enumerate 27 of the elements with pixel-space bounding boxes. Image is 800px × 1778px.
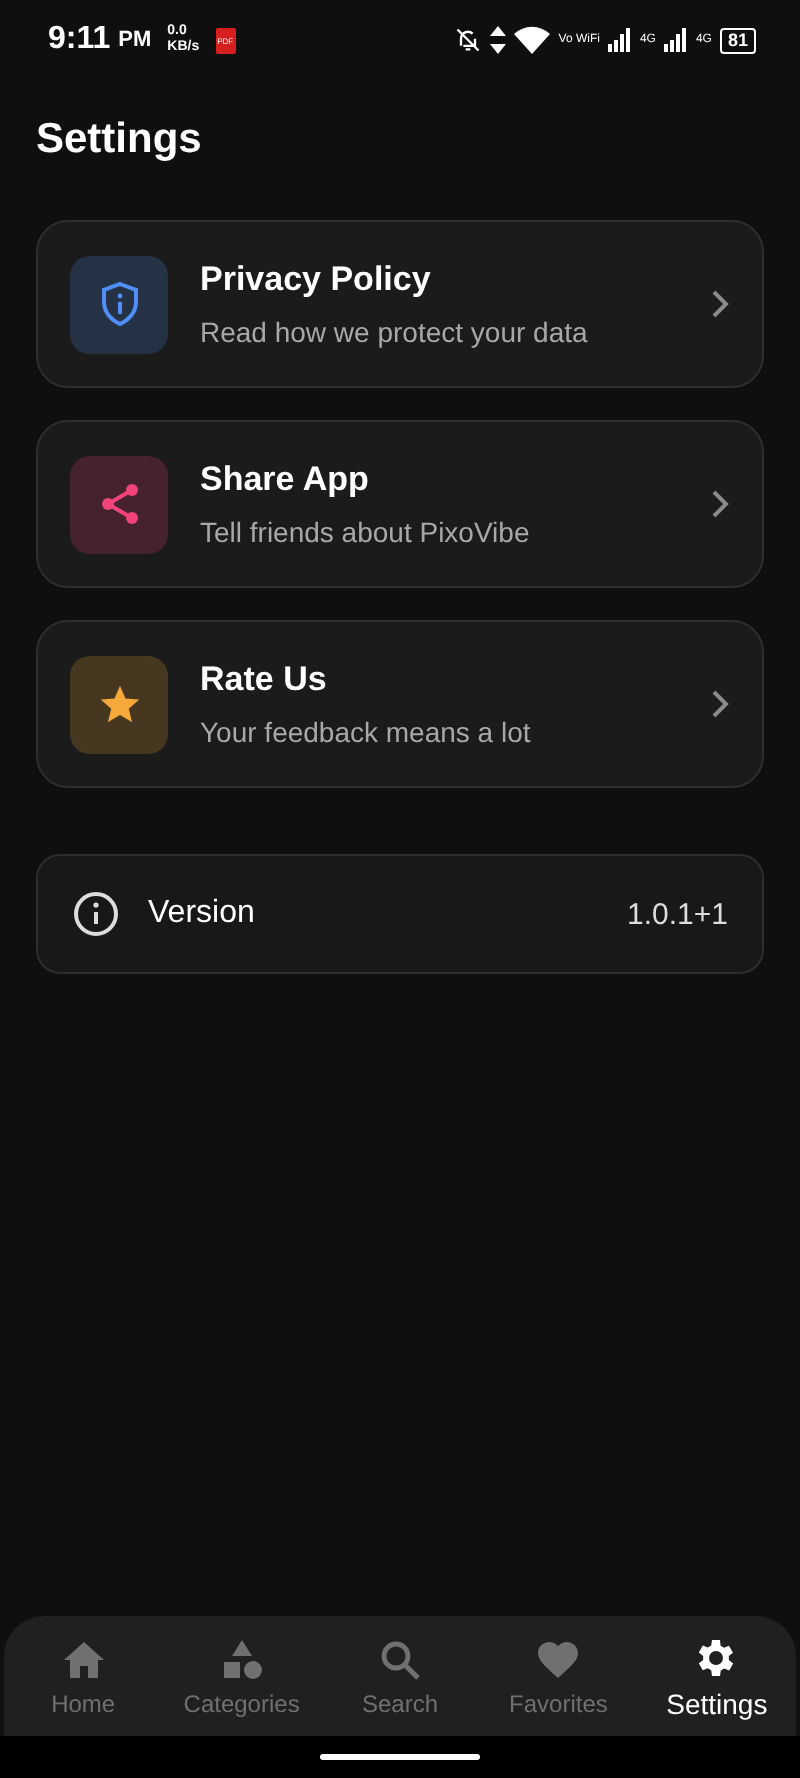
signal-icon — [663, 28, 688, 52]
status-time: 9:11 — [48, 22, 111, 58]
card-subtitle: Your feedback means a lot — [200, 716, 533, 748]
card-title: Rate Us — [200, 660, 329, 700]
chevron-right-icon — [710, 690, 730, 718]
status-ampm: PM — [118, 28, 152, 52]
page-title: Settings — [36, 116, 204, 164]
info-icon — [72, 890, 120, 938]
card-title: Privacy Policy — [200, 260, 433, 300]
home-indicator[interactable] — [320, 1754, 480, 1760]
nav-tab[interactable]: Settings — [637, 1616, 797, 1736]
star-icon — [97, 682, 141, 726]
card-subtitle: Read how we protect your data — [200, 316, 590, 348]
card-title: Share App — [200, 460, 371, 500]
version-label: Version — [148, 896, 257, 932]
data-arrows-icon — [490, 26, 507, 54]
battery-indicator: 81 — [719, 27, 756, 53]
bell-off-icon — [454, 26, 483, 54]
settings-card[interactable]: Share App Tell friends about PixoVibe — [36, 420, 764, 588]
version-value: 1.0.1+1 — [627, 897, 728, 931]
wifi-icon — [514, 26, 551, 54]
card-subtitle: Tell friends about PixoVibe — [200, 516, 532, 548]
chevron-right-icon — [710, 290, 730, 318]
signal-icon — [607, 28, 632, 52]
settings-card[interactable]: Privacy Policy Read how we protect your data — [36, 220, 764, 388]
settings-card[interactable]: Rate Us Your feedback means a lot — [36, 620, 764, 788]
chevron-right-icon — [710, 490, 730, 518]
